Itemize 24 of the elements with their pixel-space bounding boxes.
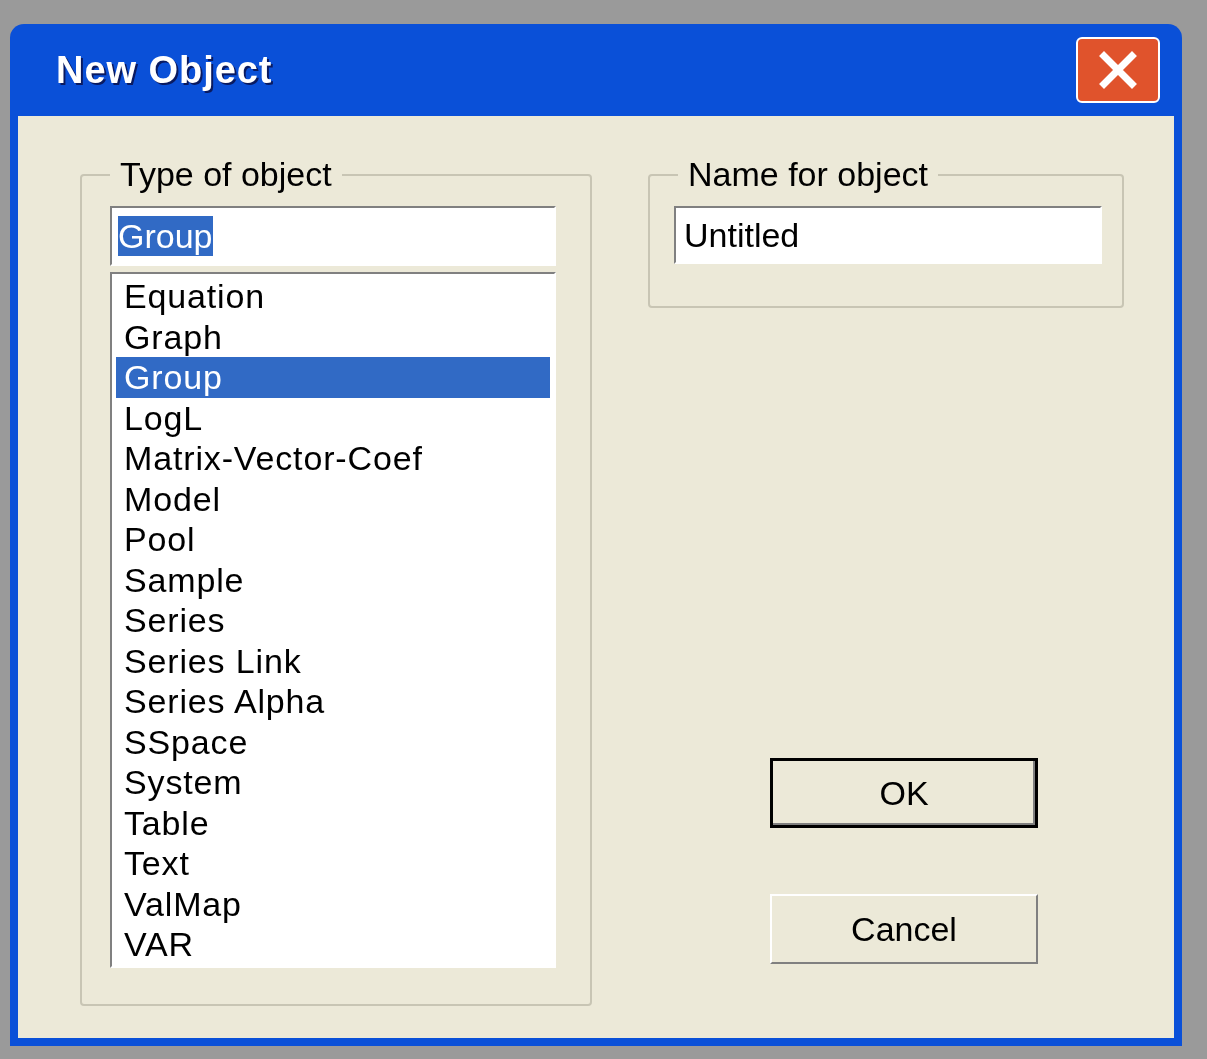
- list-item[interactable]: Sample: [116, 559, 550, 600]
- window-title: New Object: [56, 47, 273, 93]
- list-item[interactable]: Equation: [116, 276, 550, 317]
- list-item[interactable]: Matrix-Vector-Coef: [116, 438, 550, 479]
- list-item[interactable]: Table: [116, 802, 550, 843]
- list-item[interactable]: Series: [116, 600, 550, 641]
- list-item[interactable]: ValMap: [116, 883, 550, 924]
- list-item[interactable]: Pool: [116, 519, 550, 560]
- dialog-button[interactable]: OK: [770, 758, 1038, 828]
- close-icon: [1098, 50, 1138, 90]
- list-item[interactable]: LogL: [116, 397, 550, 438]
- list-item[interactable]: VAR: [116, 924, 550, 965]
- list-item[interactable]: Series Alpha: [116, 681, 550, 722]
- type-field[interactable]: Group: [110, 206, 556, 266]
- dialog-button[interactable]: Cancel: [770, 894, 1038, 964]
- list-item[interactable]: Model: [116, 478, 550, 519]
- list-item[interactable]: Text: [116, 843, 550, 884]
- name-field[interactable]: Untitled: [674, 206, 1102, 264]
- list-item[interactable]: System: [116, 762, 550, 803]
- list-item[interactable]: Series Link: [116, 640, 550, 681]
- list-item[interactable]: Group: [116, 357, 550, 398]
- list-item[interactable]: SSpace: [116, 721, 550, 762]
- list-item[interactable]: Graph: [116, 316, 550, 357]
- close-button[interactable]: [1076, 37, 1160, 103]
